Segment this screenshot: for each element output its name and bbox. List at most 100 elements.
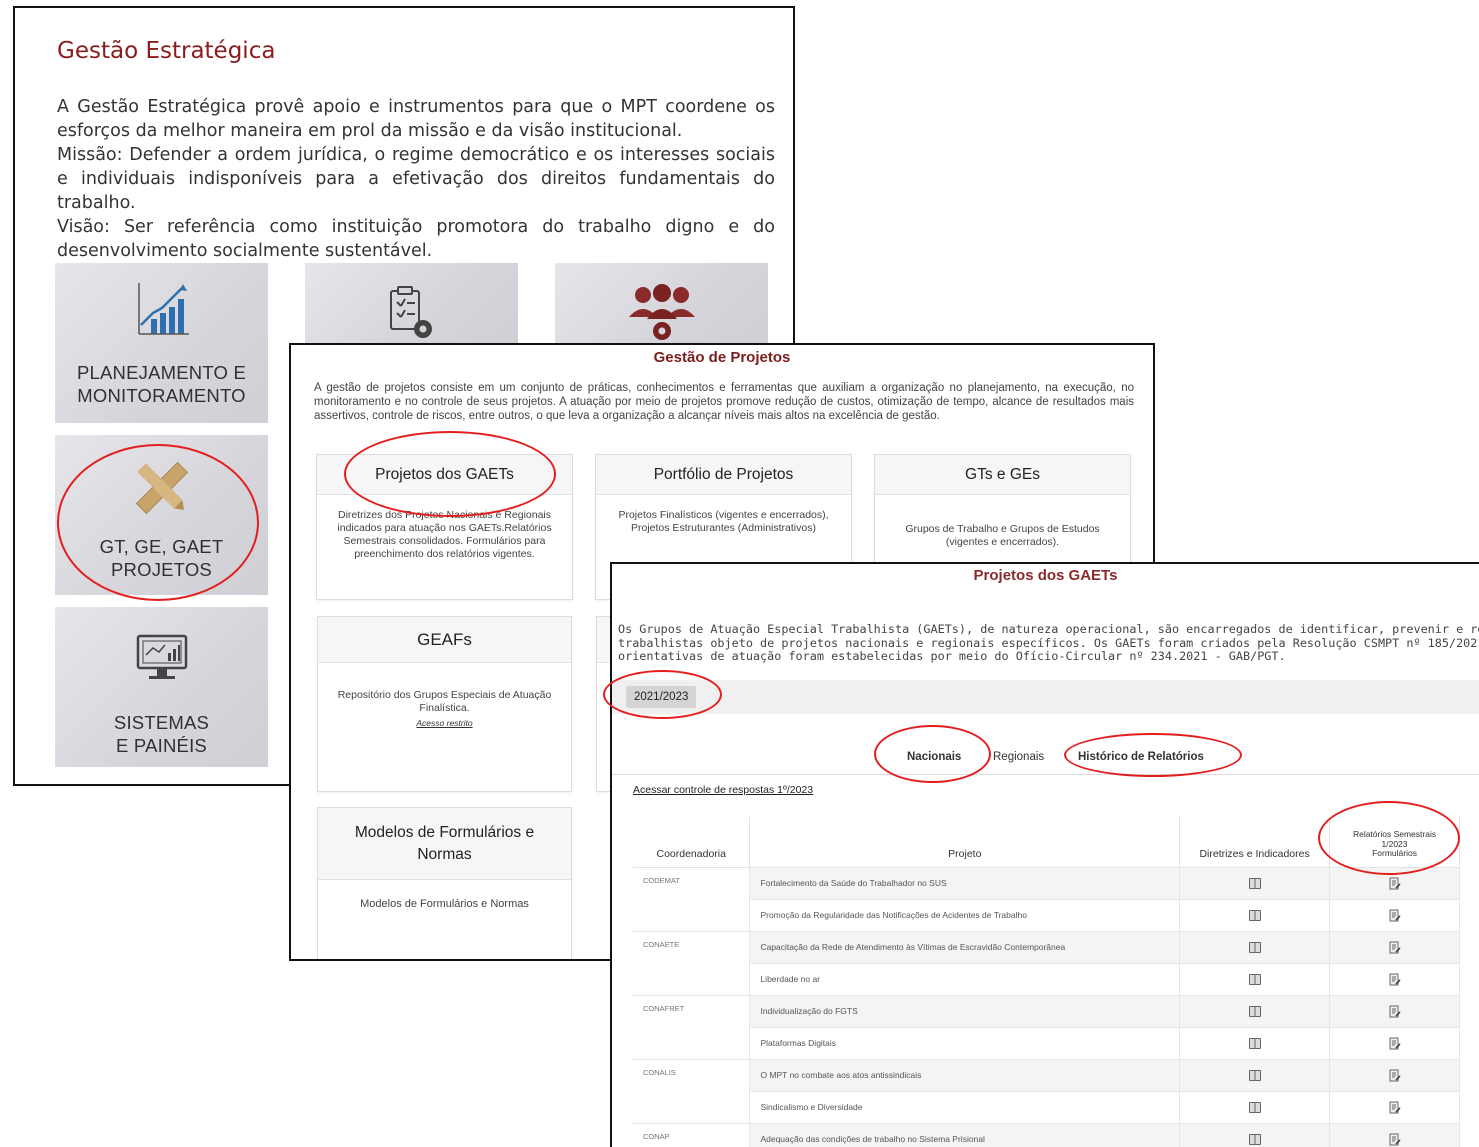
card-gaets-projects[interactable]: Projetos dos GAETs Diretrizes dos Projet… xyxy=(316,454,573,600)
table-row: Plataformas Digitais xyxy=(633,1026,1460,1060)
tab-historico-relatorios[interactable]: Histórico de Relatórios xyxy=(1078,751,1204,763)
year-filter-bar: 2021/2023 xyxy=(612,680,1479,714)
coordenadoria-cell: CONALIS xyxy=(633,1058,751,1124)
gaets-projects-panel: Projetos dos GAETs Os Grupos de Atuação … xyxy=(610,562,1479,1147)
column-header-coordenadoria: Coordenadoria xyxy=(633,817,751,868)
diretrizes-cell xyxy=(1179,1026,1331,1060)
monitor-dashboard-icon xyxy=(136,634,188,679)
form-cell xyxy=(1329,962,1460,996)
tile-label: PLANEJAMENTO E MONITORAMENTO xyxy=(76,362,246,406)
table-body: CODEMAT Fortalecimento da Saúde do Trabal… xyxy=(633,866,1460,1147)
project-name-cell: Sindicalismo e Diversidade xyxy=(749,1090,1181,1124)
form-edit-icon[interactable] xyxy=(1389,1133,1401,1146)
form-cell xyxy=(1329,1058,1460,1092)
project-name-cell: Individualização do FGTS xyxy=(749,994,1181,1028)
card-title[interactable]: Modelos de Formulários e Normas xyxy=(318,808,571,880)
projects-table: Coordenadoria Projeto Diretrizes e Indic… xyxy=(633,817,1460,1147)
form-edit-icon[interactable] xyxy=(1389,877,1401,890)
book-icon[interactable] xyxy=(1248,1101,1261,1113)
column-header-relatorios: Relatórios Semestrais 1/2023 Formulários xyxy=(1329,817,1460,868)
project-name-cell: O MPT no combate aos atos antissindicais xyxy=(749,1058,1181,1092)
table-row: CONAFRET Individualização do FGTS xyxy=(633,994,1460,1060)
mission-paragraph: Missão: Defender a ordem jurídica, o reg… xyxy=(57,145,775,213)
project-name-cell: Capacitação da Rede de Atendimento às Ví… xyxy=(749,930,1181,964)
diretrizes-cell xyxy=(1179,866,1331,900)
people-gear-icon xyxy=(629,284,695,340)
diretrizes-cell xyxy=(1179,994,1331,1028)
panel-description: A gestão de projetos consiste em um conj… xyxy=(314,382,1134,422)
book-icon[interactable] xyxy=(1248,877,1261,889)
project-name-cell: Liberdade no ar xyxy=(749,962,1181,996)
project-name-cell: Fortalecimento da Saúde do Trabalhador n… xyxy=(749,866,1181,900)
pencil-ruler-icon xyxy=(135,461,189,515)
form-edit-icon[interactable] xyxy=(1389,1005,1401,1018)
book-icon[interactable] xyxy=(1248,1133,1261,1145)
table-row: CONAP Adequação das condições de trabalho… xyxy=(633,1122,1460,1147)
diretrizes-cell xyxy=(1179,1090,1331,1124)
tab-regionais[interactable]: Regionais xyxy=(993,751,1044,763)
tile-gt-ge-gaet-projects[interactable]: GT, GE, GAET PROJETOS xyxy=(55,435,268,595)
card-body: Repositório dos Grupos Especiais de Atua… xyxy=(318,663,571,744)
column-header-diretrizes: Diretrizes e Indicadores xyxy=(1179,817,1331,868)
control-responses-link[interactable]: Acessar controle de respostas 1º/2023 xyxy=(633,784,813,796)
diretrizes-cell xyxy=(1179,930,1331,964)
tile-planning-monitoring[interactable]: PLANEJAMENTO E MONITORAMENTO xyxy=(55,263,268,423)
description-paragraph: A Gestão Estratégica provê apoio e instr… xyxy=(57,97,775,141)
form-cell xyxy=(1329,1026,1460,1060)
table-row: CONALIS O MPT no combate aos atos antissi… xyxy=(633,1058,1460,1124)
tile-people[interactable] xyxy=(555,263,768,343)
form-cell xyxy=(1329,994,1460,1028)
diretrizes-cell xyxy=(1179,962,1331,996)
card-models[interactable]: Modelos de Formulários e Normas Modelos … xyxy=(317,807,572,959)
tabs: Nacionais Regionais Histórico de Relatór… xyxy=(612,747,1479,775)
card-body: Projetos Finalísticos (vigentes e encerr… xyxy=(618,509,829,534)
checklist-gear-icon xyxy=(390,286,432,338)
card-geafs[interactable]: GEAFs Repositório dos Grupos Especiais d… xyxy=(317,616,572,792)
panel-description: Os Grupos de Atuação Especial Trabalhist… xyxy=(618,622,1479,663)
vision-paragraph: Visão: Ser referência como instituição p… xyxy=(57,217,775,261)
coordenadoria-cell: CODEMAT xyxy=(633,866,751,932)
table-row: Liberdade no ar xyxy=(633,962,1460,996)
year-button[interactable]: 2021/2023 xyxy=(626,686,697,708)
form-edit-icon[interactable] xyxy=(1389,909,1401,922)
tile-systems-panels[interactable]: SISTEMAS E PAINÉIS xyxy=(55,607,268,767)
panel-title: Gestão de Projetos xyxy=(653,349,791,366)
book-icon[interactable] xyxy=(1248,973,1261,985)
strategic-description: A Gestão Estratégica provê apoio e instr… xyxy=(57,95,775,263)
diretrizes-cell xyxy=(1179,1122,1331,1147)
form-edit-icon[interactable] xyxy=(1389,1037,1401,1050)
form-edit-icon[interactable] xyxy=(1389,941,1401,954)
table-row: Promoção da Regularidade das Notificaçõe… xyxy=(633,898,1460,932)
card-title[interactable]: Portfólio de Projetos xyxy=(596,455,851,495)
card-title[interactable]: GEAFs xyxy=(318,617,571,663)
form-edit-icon[interactable] xyxy=(1389,1101,1401,1114)
form-cell xyxy=(1329,866,1460,900)
panel-title: Projetos dos GAETs xyxy=(973,567,1118,584)
diretrizes-cell xyxy=(1179,1058,1331,1092)
book-icon[interactable] xyxy=(1248,909,1261,921)
growth-chart-icon xyxy=(138,283,189,335)
book-icon[interactable] xyxy=(1248,1069,1261,1081)
book-icon[interactable] xyxy=(1248,941,1261,953)
coordenadoria-cell: CONAP xyxy=(633,1122,751,1147)
book-icon[interactable] xyxy=(1248,1037,1261,1049)
tile-process[interactable] xyxy=(305,263,518,343)
form-edit-icon[interactable] xyxy=(1389,1069,1401,1082)
card-body: Modelos de Formulários e Normas xyxy=(360,898,529,910)
diretrizes-cell xyxy=(1179,898,1331,932)
card-title[interactable]: Projetos dos GAETs xyxy=(317,455,572,495)
coordenadoria-cell: CONAFRET xyxy=(633,994,751,1060)
form-cell xyxy=(1329,1090,1460,1124)
card-title[interactable]: GTs e GEs xyxy=(875,455,1130,495)
tab-nacionais[interactable]: Nacionais xyxy=(907,751,961,763)
project-name-cell: Plataformas Digitais xyxy=(749,1026,1181,1060)
table-row: Sindicalismo e Diversidade xyxy=(633,1090,1460,1124)
form-cell xyxy=(1329,930,1460,964)
column-header-projeto: Projeto xyxy=(749,817,1181,868)
form-edit-icon[interactable] xyxy=(1389,973,1401,986)
tile-label: SISTEMAS E PAINÉIS xyxy=(113,712,210,756)
book-icon[interactable] xyxy=(1248,1005,1261,1017)
tile-label: GT, GE, GAET PROJETOS xyxy=(99,536,224,580)
card-body: Grupos de Trabalho e Grupos de Estudos (… xyxy=(905,523,1100,548)
restricted-access-link[interactable]: Acesso restrito xyxy=(328,717,561,730)
